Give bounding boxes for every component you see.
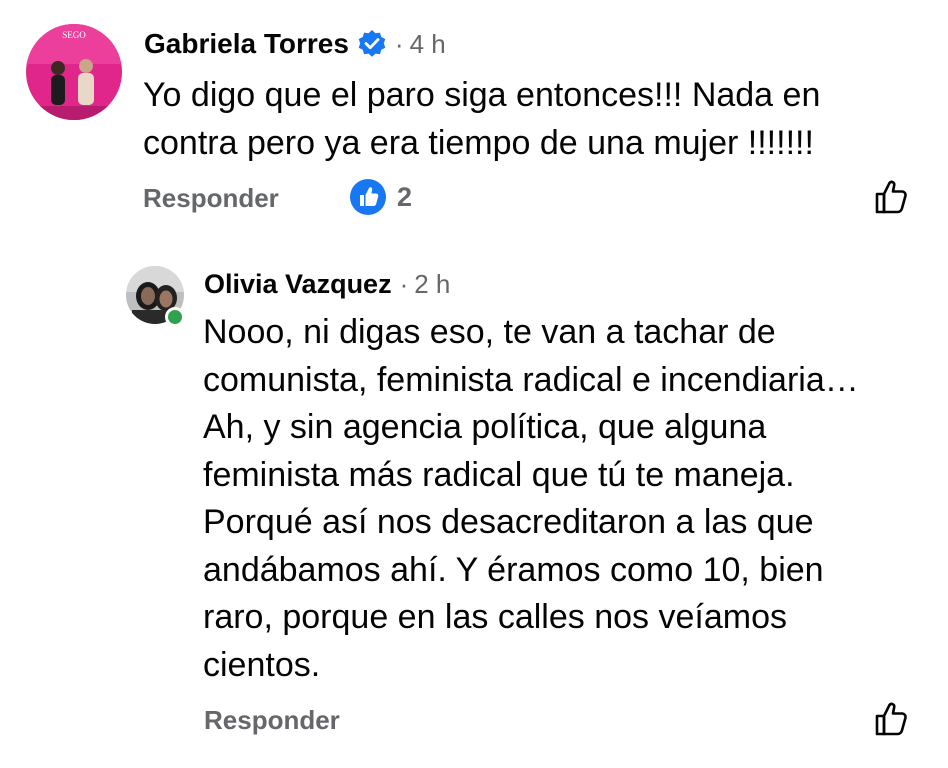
- comment-line: raro, porque en las calles nos veíamos: [203, 598, 787, 636]
- comment-header: Olivia Vazquez · 2 h: [204, 269, 450, 300]
- avatar-photo: SEGO: [26, 24, 122, 120]
- author-name[interactable]: Gabriela Torres: [144, 28, 349, 60]
- reply-button[interactable]: Responder: [143, 183, 279, 214]
- reaction-count: 2: [397, 181, 413, 212]
- comment-line: Ah, y sin agencia política, que alguna: [203, 408, 767, 446]
- comment-line: Yo digo que el paro siga entonces!!! Nad…: [143, 76, 821, 114]
- comment-line: Porqué así nos desacreditaron a las que: [203, 503, 814, 541]
- comment-text: Nooo, ni digas eso, te van a tachar de c…: [203, 309, 859, 689]
- comment-line: feminista más radical que tú te maneja.: [203, 455, 795, 494]
- verified-badge-icon: [358, 30, 386, 57]
- comment-line: contra pero ya era tiempo de una mujer !…: [143, 123, 814, 162]
- separator-dot: ·: [399, 269, 409, 299]
- reaction-summary[interactable]: 2: [349, 178, 412, 216]
- reply-button[interactable]: Responder: [204, 705, 340, 736]
- avatar-gabriela[interactable]: SEGO: [26, 24, 122, 120]
- comment-text: Yo digo que el paro siga entonces!!! Nad…: [143, 72, 820, 167]
- comment-time[interactable]: 4 h: [410, 29, 446, 60]
- comment-line: comunista, feminista radical e incendiar…: [203, 360, 859, 399]
- like-reaction-icon: [350, 179, 386, 215]
- comment-line: cientos.: [203, 645, 321, 684]
- separator-dot: ·: [394, 28, 404, 59]
- online-status-indicator: [165, 307, 185, 327]
- comment-time[interactable]: 2 h: [414, 269, 450, 300]
- author-name[interactable]: Olivia Vazquez: [204, 269, 392, 300]
- avatar-sign-text: SEGO: [62, 30, 86, 40]
- comment-line: Nooo, ni digas eso, te van a tachar de: [203, 313, 776, 351]
- like-outline-icon[interactable]: [872, 699, 912, 739]
- like-outline-icon[interactable]: [872, 177, 912, 217]
- comment-header: Gabriela Torres · 4 h: [144, 28, 446, 60]
- comment-line: andábamos ahí. Y éramos como 10, bien: [203, 550, 824, 589]
